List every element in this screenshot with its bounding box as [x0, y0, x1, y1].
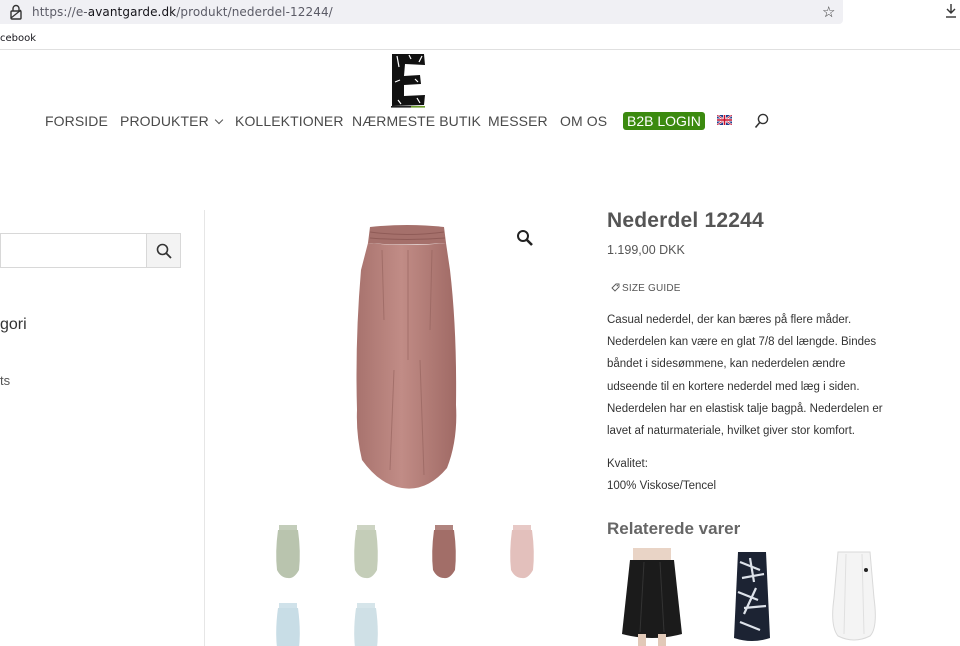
chevron-down-icon [214, 115, 224, 125]
browser-toolbar: https://e-avantgarde.dk/produkt/nederdel… [0, 0, 960, 26]
url-text[interactable]: https://e-avantgarde.dk/produkt/nederdel… [32, 5, 333, 19]
bookmarks-bar: cebook [0, 26, 960, 50]
search-icon[interactable] [754, 113, 769, 129]
bookmark-star-icon[interactable]: ☆ [822, 3, 835, 21]
description-line: udseende til en kortere nederdel med læg… [607, 380, 860, 393]
sidebar-divider [204, 210, 205, 646]
product-thumbnail[interactable] [268, 600, 308, 646]
main-nav: FORSIDE PRODUKTER KOLLEKTIONER NÆRMESTE … [0, 113, 960, 131]
nav-produkter-label: PRODUKTER [120, 113, 209, 129]
sidebar-search-button[interactable] [146, 233, 181, 268]
description-line: båndet i sidesømmene, kan nederdelen ænd… [607, 358, 846, 371]
product-quality: Kvalitet: 100% Viskose/Tencel [607, 453, 716, 497]
quality-value: 100% Viskose/Tencel [607, 480, 717, 492]
related-products-heading: Relaterede varer [607, 519, 741, 538]
quality-label: Kvalitet: [607, 458, 648, 470]
size-guide-label: SIZE GUIDE [622, 283, 681, 294]
product-title: Nederdel 12244 [607, 209, 764, 232]
description-line: Nederdelen har en elastisk talje bagpå. … [607, 402, 883, 415]
nav-kollektioner[interactable]: KOLLEKTIONER [235, 113, 344, 129]
related-product-image[interactable] [828, 548, 880, 646]
zoom-icon[interactable] [516, 229, 534, 247]
uk-flag-icon[interactable] [717, 115, 732, 125]
nav-forside[interactable]: FORSIDE [45, 113, 108, 129]
product-thumbnail[interactable] [502, 522, 542, 582]
nav-om-os[interactable]: OM OS [560, 113, 607, 129]
product-main-image[interactable] [262, 210, 552, 502]
nav-messer[interactable]: MESSER [488, 113, 548, 129]
b2b-login-button[interactable]: B2B LOGIN [623, 112, 705, 130]
sidebar-category-heading: gori [0, 316, 27, 333]
site-logo[interactable] [389, 52, 427, 108]
tag-icon [611, 283, 620, 292]
product-thumbnail[interactable] [268, 522, 308, 582]
related-product-image[interactable] [730, 548, 774, 646]
download-icon[interactable] [944, 3, 958, 19]
sidebar-category-item[interactable]: ts [0, 373, 10, 388]
sidebar-search-input[interactable] [0, 233, 147, 268]
product-thumbnail[interactable] [346, 600, 386, 646]
search-icon [156, 243, 172, 259]
description-line: Casual nederdel, der kan bæres på flere … [607, 314, 852, 326]
nav-naermeste-butik[interactable]: NÆRMESTE BUTIK [352, 113, 481, 129]
product-price: 1.199,00 DKK [607, 243, 685, 257]
description-line: Nederdelen kan være en glat 7/8 del læng… [607, 336, 877, 349]
size-guide-link[interactable]: SIZE GUIDE [611, 282, 681, 294]
product-description: Casual nederdel, der kan bæres på flere … [607, 309, 907, 442]
product-thumbnail[interactable] [424, 522, 464, 582]
product-thumbnail[interactable] [346, 522, 386, 582]
description-line: lavet af naturmateriale, hvilket giver s… [607, 425, 855, 438]
bookmark-facebook[interactable]: cebook [0, 33, 36, 44]
related-product-image[interactable] [616, 548, 688, 646]
url-field[interactable]: https://e-avantgarde.dk/produkt/nederdel… [0, 0, 843, 24]
lock-icon[interactable] [9, 4, 23, 20]
nav-produkter[interactable]: PRODUKTER [120, 113, 224, 129]
